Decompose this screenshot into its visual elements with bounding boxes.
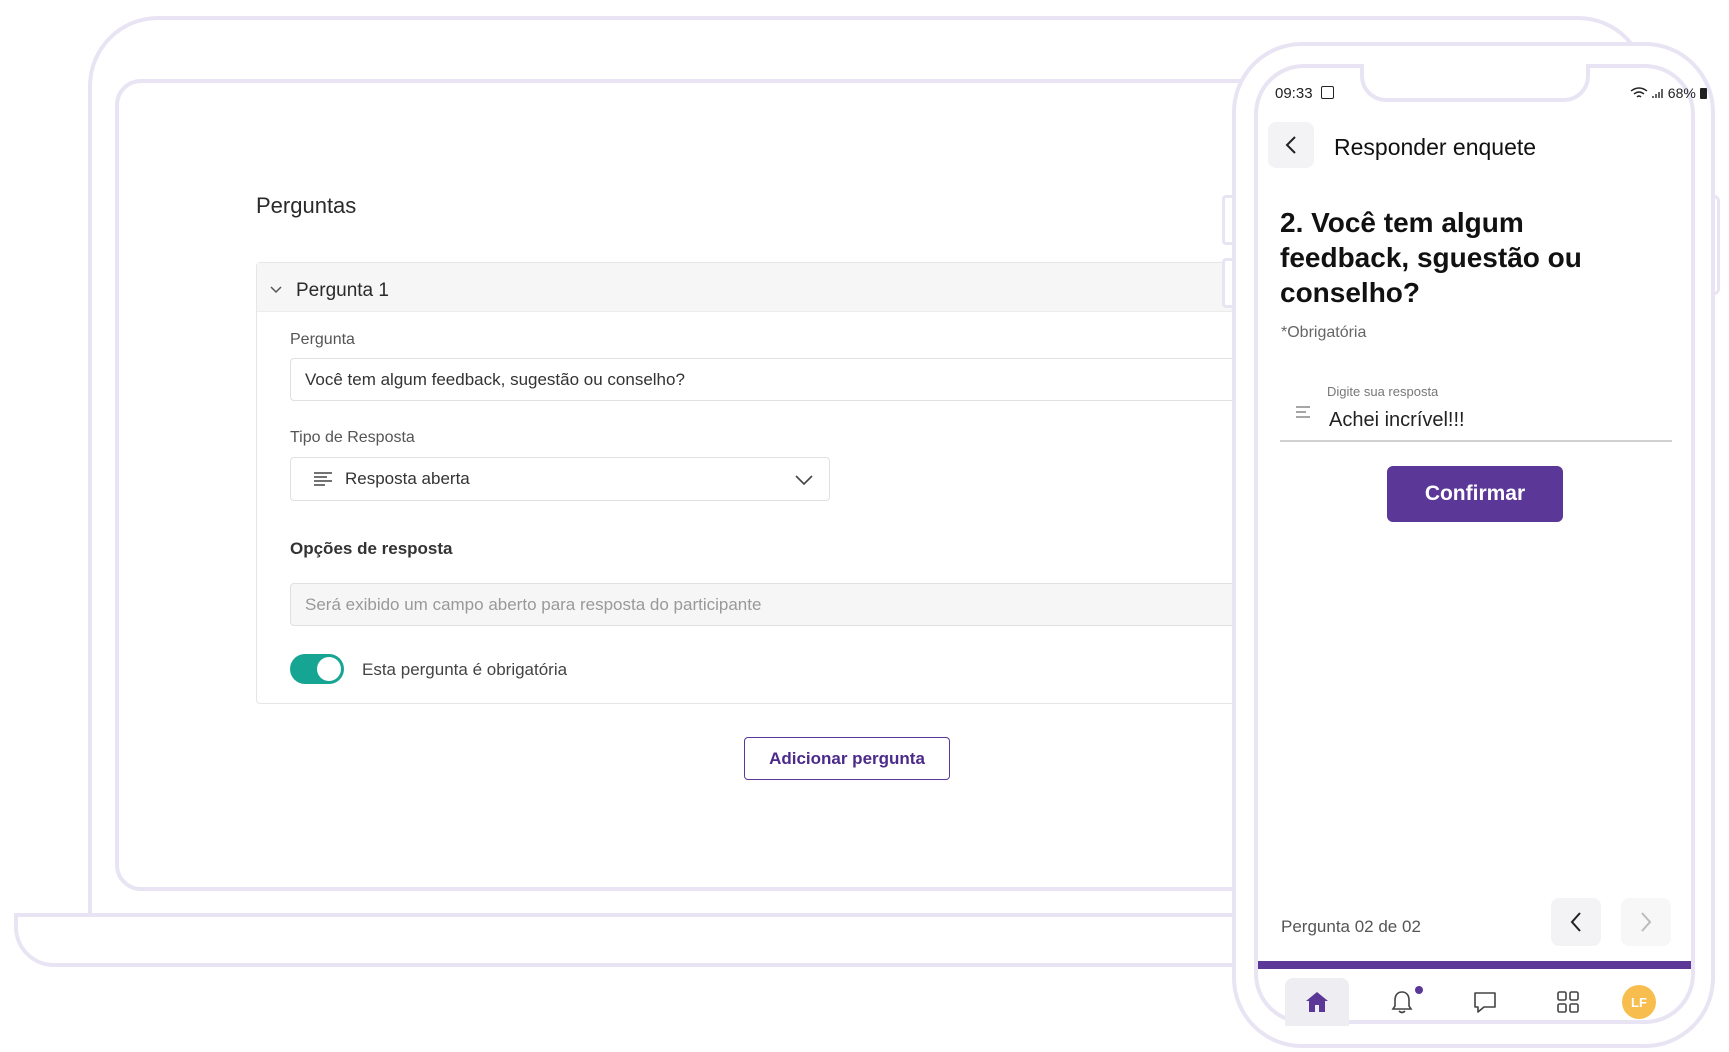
next-question-button[interactable] bbox=[1621, 898, 1671, 946]
answer-input[interactable]: Achei incrível!!! bbox=[1329, 409, 1465, 432]
question-input[interactable]: Você tem algum feedback, sugestão ou con… bbox=[290, 358, 1250, 401]
tab-home[interactable] bbox=[1285, 978, 1349, 1026]
progress-bar bbox=[1258, 961, 1691, 969]
status-indicators: 68% bbox=[1630, 85, 1707, 101]
question-label: Pergunta bbox=[290, 331, 355, 348]
chevron-left-icon bbox=[1285, 136, 1296, 154]
answer-input-label: Digite sua resposta bbox=[1327, 384, 1439, 399]
response-type-label: Tipo de Resposta bbox=[290, 429, 415, 446]
question-input-value: Você tem algum feedback, sugestão ou con… bbox=[305, 369, 685, 389]
required-note: *Obrigatória bbox=[1281, 324, 1367, 341]
accordion-title: Pergunta 1 bbox=[296, 280, 389, 301]
confirm-button[interactable]: Confirmar bbox=[1387, 466, 1563, 522]
chat-bubble-icon bbox=[1474, 992, 1496, 1013]
response-type-select[interactable]: Resposta aberta bbox=[290, 457, 830, 501]
question-text: 2. Você tem algum feedback, sguestão ou … bbox=[1280, 207, 1582, 308]
toggle-knob bbox=[317, 657, 341, 681]
text-lines-icon bbox=[314, 472, 332, 486]
chevron-left-icon bbox=[1570, 912, 1581, 932]
accordion-header[interactable] bbox=[257, 263, 1255, 312]
options-placeholder: Será exibido um campo aberto para respos… bbox=[305, 594, 762, 614]
screen-title: Responder enquete bbox=[1334, 134, 1537, 160]
pager-text: Pergunta 02 de 02 bbox=[1281, 917, 1421, 936]
options-field: Será exibido um campo aberto para respos… bbox=[290, 583, 1250, 626]
tab-notifications[interactable] bbox=[1370, 978, 1434, 1026]
add-question-button[interactable]: Adicionar pergunta bbox=[744, 737, 950, 780]
wifi-icon bbox=[1630, 87, 1648, 98]
chevron-down-icon bbox=[795, 475, 813, 486]
text-lines-icon bbox=[1296, 406, 1310, 418]
avatar: LF bbox=[1622, 985, 1656, 1019]
tab-apps[interactable] bbox=[1536, 978, 1600, 1026]
status-time: 09:33 bbox=[1275, 85, 1334, 102]
bell-icon bbox=[1391, 991, 1413, 1014]
answer-input-underline bbox=[1280, 440, 1672, 442]
notification-dot bbox=[1415, 986, 1423, 994]
required-toggle-label: Esta pergunta é obrigatória bbox=[362, 660, 568, 679]
options-heading: Opções de resposta bbox=[290, 539, 453, 558]
required-toggle[interactable] bbox=[290, 654, 344, 684]
previous-question-button[interactable] bbox=[1551, 898, 1601, 946]
grid-icon bbox=[1557, 991, 1579, 1013]
home-icon bbox=[1306, 992, 1328, 1012]
tab-messages[interactable] bbox=[1453, 978, 1517, 1026]
battery-icon bbox=[1699, 88, 1707, 99]
battery-percent: 68% bbox=[1667, 85, 1696, 101]
back-button[interactable] bbox=[1268, 122, 1314, 168]
phone-notch bbox=[1360, 64, 1590, 102]
chevron-right-icon bbox=[1641, 912, 1652, 932]
response-type-value: Resposta aberta bbox=[345, 469, 470, 488]
signal-icon bbox=[1652, 89, 1663, 98]
section-title: Perguntas bbox=[256, 193, 357, 218]
chevron-down-icon[interactable] bbox=[270, 284, 282, 296]
tab-profile[interactable]: LF bbox=[1607, 978, 1671, 1026]
image-icon bbox=[1320, 86, 1334, 99]
